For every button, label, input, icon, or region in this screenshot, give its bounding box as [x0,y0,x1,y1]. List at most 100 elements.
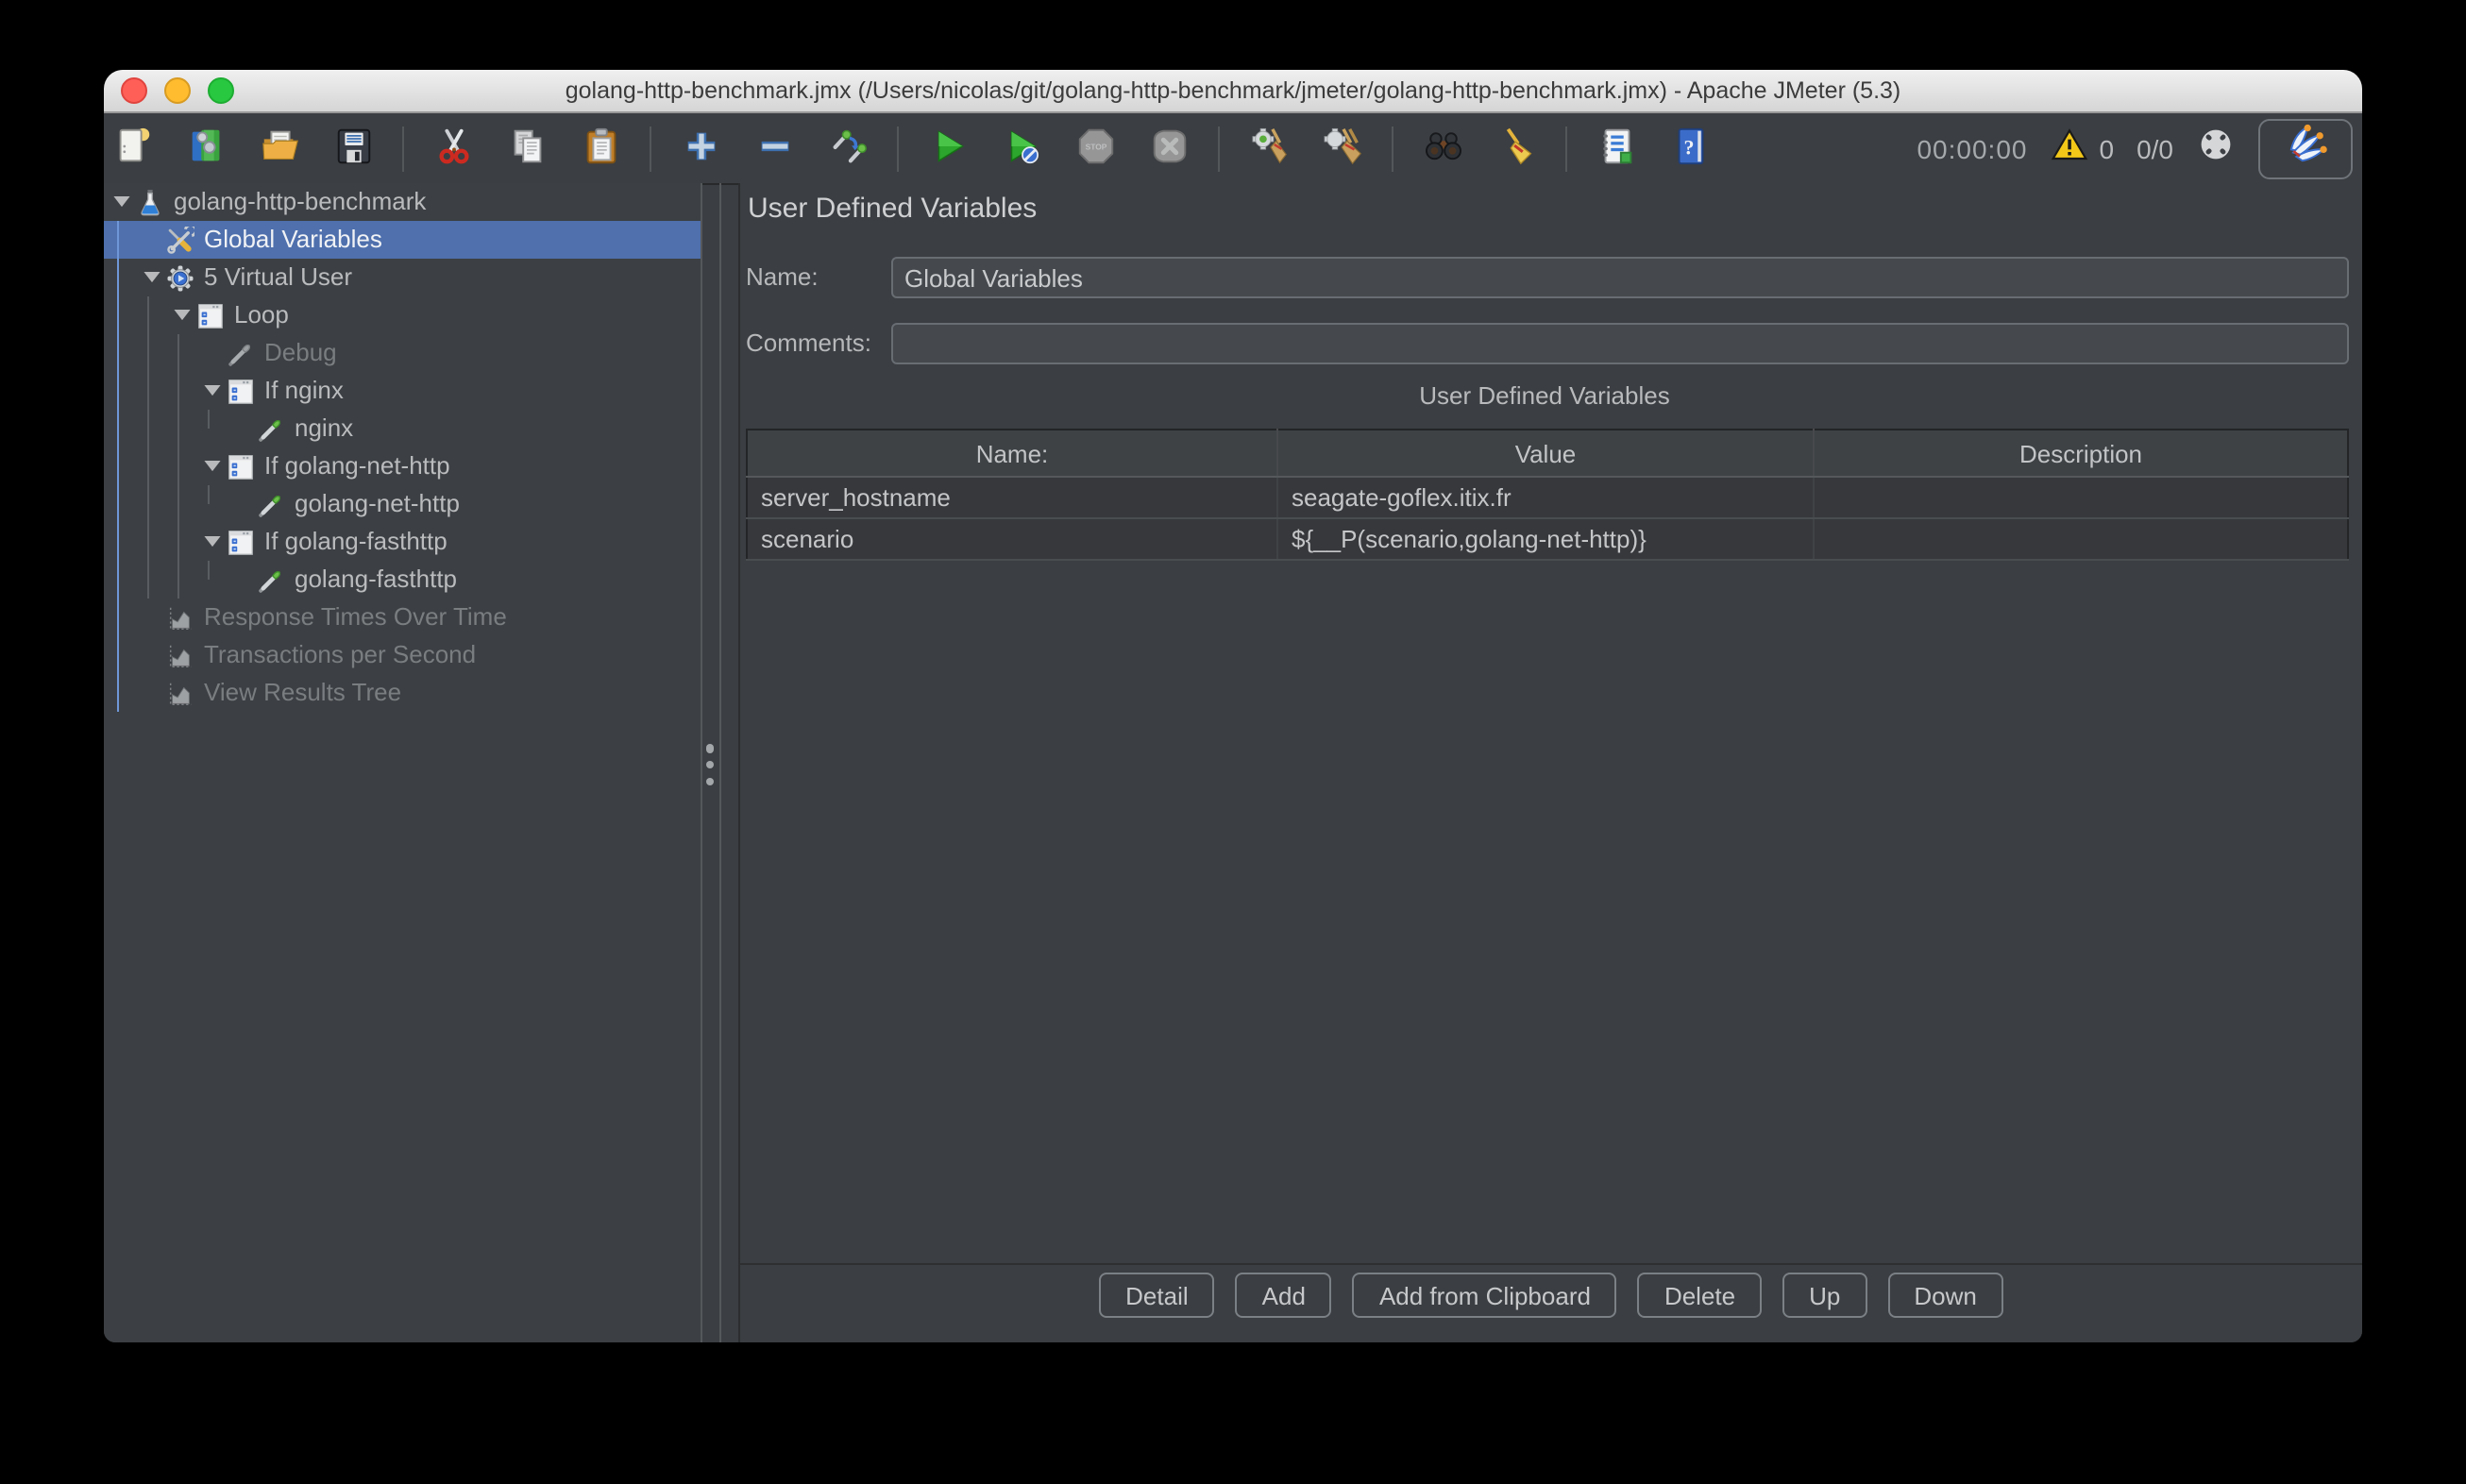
variable-cell[interactable]: ${__P(scenario,golang-net-http)} [1277,518,1814,560]
warning-count: 0 [2099,133,2114,163]
tree-item-transactions-per-second[interactable]: Transactions per Second [104,636,701,674]
tree-item-golang-fasthttp[interactable]: golang-fasthttp [104,561,701,599]
variable-cell[interactable]: scenario [747,518,1277,560]
start-no-timers-icon [1000,124,1043,173]
detail-button[interactable]: Detail [1099,1273,1215,1318]
clear-all-button[interactable] [1318,124,1367,173]
cut-icon [431,124,475,173]
tree-item-global-variables[interactable]: Global Variables [104,221,701,259]
new-file-button[interactable] [108,124,157,173]
tree-item-golang-http-benchmark[interactable]: golang-http-benchmark [104,183,701,221]
panel-splitter-grip[interactable] [702,744,718,785]
save-button[interactable] [329,124,378,173]
content-area: golang-http-benchmarkGlobal Variables5 V… [104,183,2362,1342]
new-file-icon [110,124,154,173]
test-plan-tree: golang-http-benchmarkGlobal Variables5 V… [104,183,701,1342]
search-button[interactable] [1418,124,1467,173]
user-defined-variables-panel: User Defined Variables Name: Comments: U… [740,183,2362,1342]
add-button[interactable] [676,124,725,173]
cut-button[interactable] [429,124,478,173]
search-icon [1421,124,1464,173]
variable-cell[interactable]: server_hostname [747,477,1277,518]
table-header-row: Name:ValueDescription [747,430,2348,477]
tree-item-label: Response Times Over Time [204,599,507,636]
add-from-clipboard-button[interactable]: Add from Clipboard [1353,1273,1617,1318]
save-icon [331,124,375,173]
open-template-button[interactable] [181,124,230,173]
expand-caret-icon[interactable] [198,461,225,472]
tree-item-if-golang-fasthttp[interactable]: If golang-fasthttp [104,523,701,561]
tree-indent-guide [208,410,210,429]
controller-icon [194,300,225,330]
close-window-button[interactable] [121,77,147,104]
tree-item-label: nginx [295,410,353,447]
paste-button[interactable] [576,124,625,173]
shutdown-button [1144,124,1193,173]
up-button[interactable]: Up [1782,1273,1866,1318]
swap-button[interactable] [823,124,872,173]
jmeter-logo-icon [2273,121,2338,176]
toolbar: STOP? 00:00:00 0 0/0 [104,113,2362,185]
help-button[interactable]: ? [1665,124,1714,173]
expand-caret-icon[interactable] [108,196,134,208]
log-warnings-indicator[interactable]: 0 [2050,126,2114,170]
delete-button[interactable]: Delete [1638,1273,1762,1318]
comments-input[interactable] [891,323,2349,364]
clear-button[interactable] [1244,124,1293,173]
column-header: Name: [747,430,1277,477]
shutdown-icon [1147,124,1191,173]
expand-caret-icon[interactable] [168,310,194,321]
variables-table-title: User Defined Variables [746,381,2343,410]
window-title: golang-http-benchmark.jmx (/Users/nicola… [566,77,1901,104]
minimize-window-button[interactable] [164,77,191,104]
titlebar: golang-http-benchmark.jmx (/Users/nicola… [104,70,2362,113]
sampler-icon [255,413,285,444]
tree-item-if-nginx[interactable]: If nginx [104,372,701,410]
function-helper-icon [1595,124,1638,173]
column-header: Value [1277,430,1814,477]
controller-icon [225,527,255,557]
function-helper-button[interactable] [1592,124,1641,173]
tree-indent-guide [208,561,210,580]
tree-item-if-golang-net-http[interactable]: If golang-net-http [104,447,701,485]
copy-button[interactable] [502,124,551,173]
jmeter-logo-button[interactable] [2258,118,2353,178]
name-input[interactable] [891,257,2349,298]
stop-icon: STOP [1073,124,1117,173]
start-button[interactable] [923,124,972,173]
active-total-threads: 0/0 [2137,133,2173,163]
warning-icon [2050,126,2087,170]
copy-icon [505,124,549,173]
sampler-icon [255,565,285,595]
variable-cell[interactable] [1814,477,2348,518]
expand-caret-icon[interactable] [198,536,225,548]
remove-button[interactable] [750,124,799,173]
tree-item-debug[interactable]: Debug [104,334,701,372]
zoom-window-button[interactable] [208,77,234,104]
open-file-button[interactable] [255,124,304,173]
swap-icon [826,124,870,173]
tree-item-5-virtual-user[interactable]: 5 Virtual User [104,259,701,296]
clear-icon [1247,124,1291,173]
search-reset-button[interactable] [1492,124,1541,173]
tree-item-view-results-tree[interactable]: View Results Tree [104,674,701,712]
expand-caret-icon[interactable] [138,272,164,283]
variable-cell[interactable] [1814,518,2348,560]
add-button[interactable]: Add [1236,1273,1332,1318]
down-button[interactable]: Down [1887,1273,2003,1318]
tree-item-response-times-over-time[interactable]: Response Times Over Time [104,599,701,636]
expand-caret-icon[interactable] [198,385,225,396]
chart-listener-icon [164,602,194,632]
search-reset-icon [1495,124,1538,173]
open-file-icon [258,124,301,173]
start-no-timers-button[interactable] [997,124,1046,173]
tree-item-loop[interactable]: Loop [104,296,701,334]
controller-icon [225,451,255,481]
threads-wheel-icon [2196,124,2236,173]
tree-item-nginx[interactable]: nginx [104,410,701,447]
toolbar-divider [1218,126,1220,171]
test-plan-icon [134,187,164,217]
tree-item-golang-net-http[interactable]: golang-net-http [104,485,701,523]
variable-cell[interactable]: seagate-goflex.itix.fr [1277,477,1814,518]
tree-indent-guide [116,221,118,712]
